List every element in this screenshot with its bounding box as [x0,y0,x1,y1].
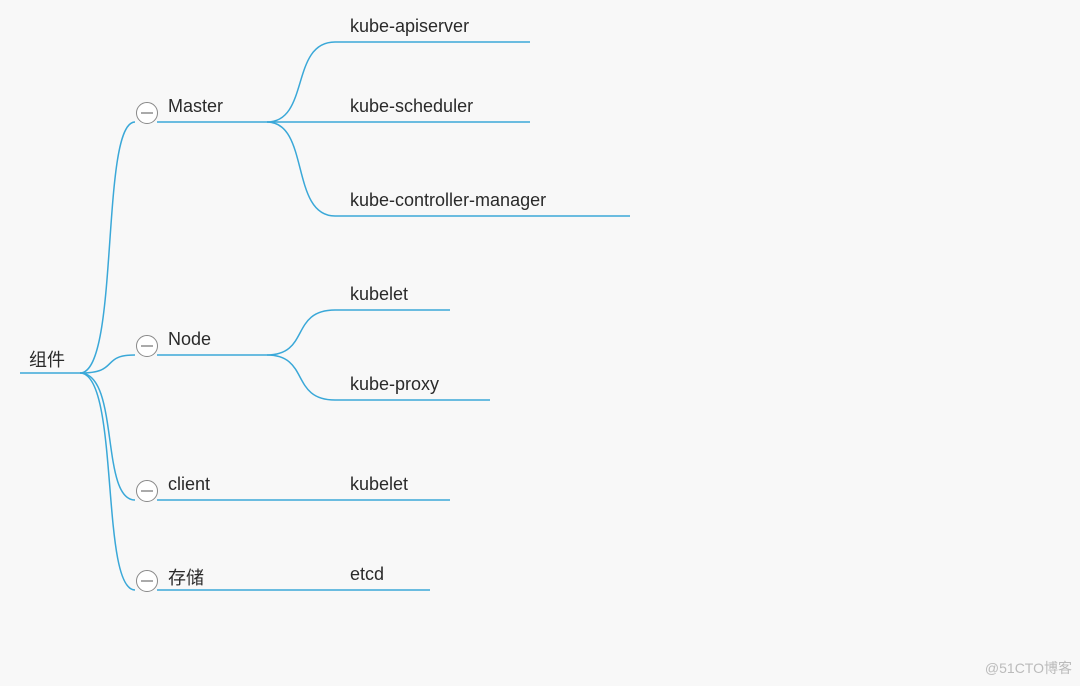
collapse-icon[interactable] [136,480,158,502]
leaf-kube-controller-manager[interactable]: kube-controller-manager [350,190,546,211]
branch-client[interactable]: client [168,474,210,495]
leaf-kubelet[interactable]: kubelet [350,284,408,305]
root-node[interactable]: 组件 [29,346,65,372]
branch-storage[interactable]: 存储 [168,564,204,590]
leaf-kube-scheduler[interactable]: kube-scheduler [350,96,473,117]
leaf-kubelet-client[interactable]: kubelet [350,474,408,495]
leaf-kube-proxy[interactable]: kube-proxy [350,374,439,395]
watermark: @51CTO博客 [985,658,1072,678]
collapse-icon[interactable] [136,570,158,592]
branch-node[interactable]: Node [168,329,211,350]
collapse-icon[interactable] [136,335,158,357]
branch-master[interactable]: Master [168,96,223,117]
collapse-icon[interactable] [136,102,158,124]
leaf-kube-apiserver[interactable]: kube-apiserver [350,16,469,37]
mindmap-connectors [0,0,1080,686]
leaf-etcd[interactable]: etcd [350,564,384,585]
